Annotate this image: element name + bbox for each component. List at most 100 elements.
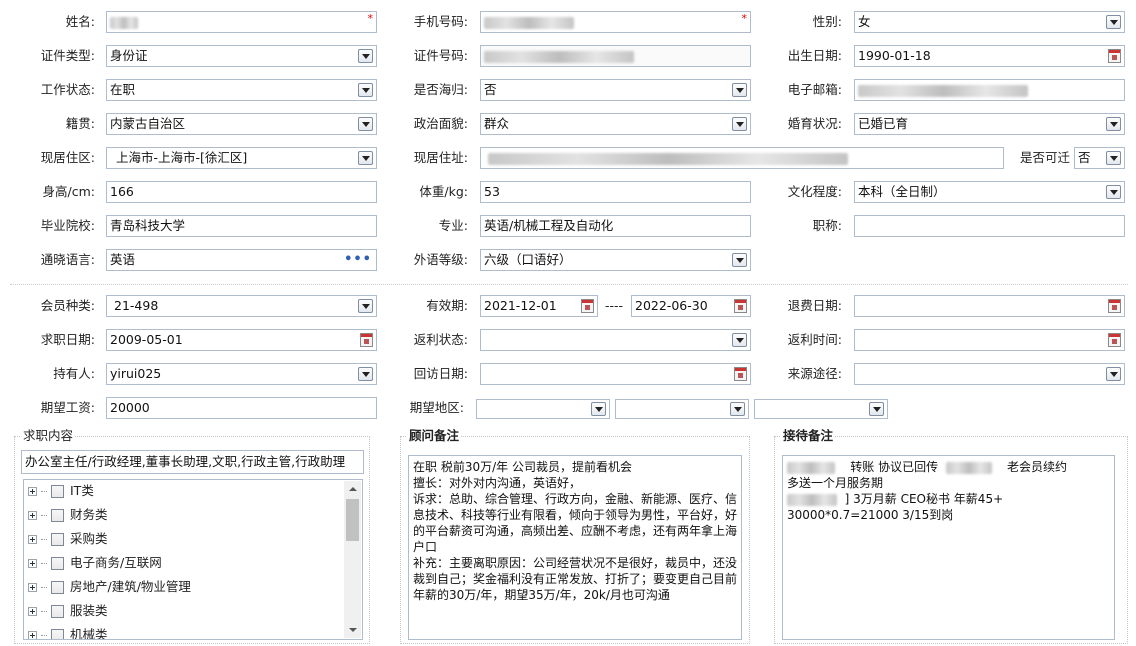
foreign-level-select[interactable]: 六级（口语好） (480, 249, 751, 271)
mobile-field[interactable]: * (480, 11, 751, 33)
major-field[interactable]: 英语/机械工程及自动化 (480, 215, 751, 237)
valid-period-label: 有效期: (426, 298, 468, 313)
member-type-select[interactable]: 21-498 (106, 295, 377, 317)
expand-icon[interactable] (28, 583, 37, 592)
rebate-status-select[interactable] (480, 329, 751, 351)
checkbox[interactable] (51, 533, 64, 546)
returnee-select[interactable]: 否 (480, 79, 751, 101)
marital-select[interactable]: 已婚已育 (854, 113, 1125, 135)
chevron-down-icon[interactable] (732, 333, 747, 347)
chevron-down-icon[interactable] (358, 151, 373, 165)
job-date-field[interactable]: 2009-05-01 (106, 329, 377, 351)
chevron-down-icon[interactable] (358, 117, 373, 131)
chevron-down-icon[interactable] (732, 83, 747, 97)
valid-to-field[interactable]: 2022-06-30 (631, 295, 751, 317)
chevron-down-icon[interactable] (730, 402, 745, 416)
political-select[interactable]: 群众 (480, 113, 751, 135)
weight-field[interactable]: 53 (480, 181, 751, 203)
calendar-icon[interactable] (581, 299, 594, 313)
expand-icon[interactable] (28, 487, 37, 496)
tree-item[interactable]: IT类 (28, 481, 94, 501)
education-value: 本科（全日制） (858, 184, 946, 199)
address-field[interactable] (480, 147, 1004, 169)
residence-area-select[interactable]: 上海市-上海市-[徐汇区] (106, 147, 377, 169)
chevron-down-icon[interactable] (358, 299, 373, 313)
id-type-select[interactable]: 身份证 (106, 45, 377, 67)
chevron-down-icon[interactable] (1106, 185, 1121, 199)
region-district-select[interactable] (754, 399, 888, 419)
chevron-down-icon[interactable] (1106, 151, 1121, 165)
region-label: 期望地区: (409, 400, 464, 415)
chevron-down-icon[interactable] (358, 49, 373, 63)
chevron-down-icon[interactable] (869, 402, 884, 416)
language-label: 通晓语言: (40, 252, 95, 267)
tree-item[interactable]: 房地产/建筑/物业管理 (28, 577, 191, 597)
expand-icon[interactable] (28, 559, 37, 568)
region-city-select[interactable] (615, 399, 749, 419)
valid-from-field[interactable]: 2021-12-01 (480, 295, 598, 317)
name-field[interactable]: * (106, 11, 377, 33)
region-province-select[interactable] (476, 399, 610, 419)
valid-range-separator: ---- (604, 298, 624, 313)
language-field[interactable]: 英语 ••• (106, 249, 377, 271)
rebate-time-field[interactable] (854, 329, 1125, 351)
job-category-tree[interactable]: IT类 财务类 采购类 电子商务/互联网 房地产/建筑/物业管理 服装类 机械类 (23, 479, 363, 640)
chevron-down-icon[interactable] (1106, 367, 1121, 381)
tree-scrollbar[interactable] (344, 481, 361, 638)
scroll-up-icon[interactable] (344, 481, 361, 497)
gender-select[interactable]: 女 (854, 11, 1125, 33)
checkbox[interactable] (51, 581, 64, 594)
id-number-field[interactable] (480, 45, 751, 67)
scroll-down-icon[interactable] (344, 622, 361, 638)
revisit-date-field[interactable] (480, 363, 751, 385)
calendar-icon[interactable] (734, 299, 747, 313)
refund-date-field[interactable] (854, 295, 1125, 317)
chevron-down-icon[interactable] (732, 253, 747, 267)
tree-item[interactable]: 财务类 (28, 505, 108, 525)
calendar-icon[interactable] (1108, 299, 1121, 313)
checkbox[interactable] (51, 557, 64, 570)
calendar-icon[interactable] (360, 333, 373, 347)
tree-item[interactable]: 服装类 (28, 601, 108, 621)
salary-field[interactable]: 20000 (106, 397, 377, 419)
education-select[interactable]: 本科（全日制） (854, 181, 1125, 203)
work-status-select[interactable]: 在职 (106, 79, 377, 101)
school-field[interactable]: 青岛科技大学 (106, 215, 377, 237)
reception-note-line: 多送一个月服务期 (787, 476, 884, 490)
tree-item[interactable]: 机械类 (28, 625, 108, 639)
checkbox[interactable] (51, 605, 64, 618)
more-options-icon[interactable]: ••• (344, 250, 372, 270)
checkbox[interactable] (51, 509, 64, 522)
scroll-thumb[interactable] (346, 499, 359, 541)
expand-icon[interactable] (28, 631, 37, 639)
email-field[interactable] (854, 79, 1125, 101)
chevron-down-icon[interactable] (591, 402, 606, 416)
height-field[interactable]: 166 (106, 181, 377, 203)
expand-icon[interactable] (28, 535, 37, 544)
chevron-down-icon[interactable] (358, 367, 373, 381)
reception-note-text[interactable]: 转账 协议已回传 老会员续约 多送一个月服务期 ] 3万月薪 CEO秘书 年薪4… (782, 455, 1115, 640)
chevron-down-icon[interactable] (1106, 117, 1121, 131)
chevron-down-icon[interactable] (732, 117, 747, 131)
holder-select[interactable]: yirui025 (106, 363, 377, 385)
expand-icon[interactable] (28, 511, 37, 520)
job-title-field[interactable] (854, 215, 1125, 237)
tree-item[interactable]: 采购类 (28, 529, 108, 549)
birth-date-field[interactable]: 1990-01-18 (854, 45, 1125, 67)
chevron-down-icon[interactable] (358, 83, 373, 97)
source-select[interactable] (854, 363, 1125, 385)
required-mark-icon: * (741, 12, 748, 25)
checkbox[interactable] (51, 629, 64, 639)
tree-item[interactable]: 电子商务/互联网 (28, 553, 162, 573)
mobile-label: 手机号码: (413, 14, 468, 29)
consultant-note-text[interactable]: 在职 税前30万/年 公司裁员，提前看机会 擅长：对外对内沟通，英语好， 诉求：… (408, 455, 742, 640)
relocate-select[interactable]: 否 (1074, 147, 1125, 169)
calendar-icon[interactable] (734, 367, 747, 381)
calendar-icon[interactable] (1108, 49, 1121, 63)
chevron-down-icon[interactable] (1106, 15, 1121, 29)
job-content-summary[interactable]: 办公室主任/行政经理,董事长助理,文职,行政主管,行政助理 (21, 450, 364, 474)
calendar-icon[interactable] (1108, 333, 1121, 347)
expand-icon[interactable] (28, 607, 37, 616)
checkbox[interactable] (51, 485, 64, 498)
native-place-select[interactable]: 内蒙古自治区 (106, 113, 377, 135)
